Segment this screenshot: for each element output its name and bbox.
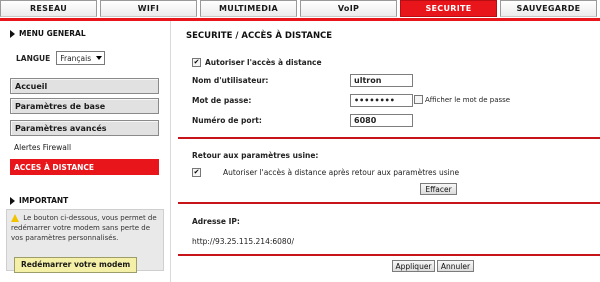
factory-reset-title: Retour aux paramètres usine: <box>192 151 319 160</box>
allow-remote-label: Autoriser l'accès à distance <box>205 58 322 67</box>
factory-remote-checkbox[interactable]: ✔ <box>192 168 201 177</box>
username-input[interactable]: ultron <box>350 74 413 87</box>
sidebar: MENU GENERAL LANGUE Français Accueil Par… <box>0 21 171 282</box>
top-navigation: RESEAU WIFI MULTIMEDIA VoIP SECURITE SAU… <box>0 0 600 18</box>
port-input[interactable]: 6080 <box>350 114 413 127</box>
factory-title-row: Retour aux paramètres usine: <box>192 151 318 160</box>
section-divider <box>178 254 600 256</box>
language-label: LANGUE <box>16 53 51 63</box>
sidebar-item-acces-a-distance[interactable]: ACCES À DISTANCE <box>10 159 159 175</box>
page-title: SECURITE / ACCÈS À DISTANCE <box>186 31 333 41</box>
sidebar-item-accueil[interactable]: Accueil <box>10 78 159 94</box>
reboot-info-box: Le bouton ci-dessous, vous permet de red… <box>6 209 164 273</box>
reboot-modem-button[interactable]: Redémarrer votre modem <box>14 257 138 273</box>
triangle-right-icon <box>10 29 15 38</box>
allow-remote-checkbox[interactable]: ✔ <box>192 58 201 67</box>
clear-button[interactable]: Effacer <box>420 183 457 195</box>
cancel-button[interactable]: Annuler <box>437 260 474 272</box>
tab-multimedia[interactable]: MULTIMEDIA <box>200 0 297 17</box>
ip-address-title: Adresse IP: <box>192 217 240 226</box>
triangle-right-icon <box>10 196 15 205</box>
section-divider <box>178 137 600 139</box>
allow-remote-row: ✔ Autoriser l'accès à distance <box>192 58 322 67</box>
port-label: Numéro de port: <box>192 116 262 125</box>
menu-general-title: MENU GENERAL <box>19 29 86 38</box>
username-label: Nom d'utilisateur: <box>192 76 269 85</box>
tab-wifi[interactable]: WIFI <box>100 0 197 17</box>
show-password-checkbox[interactable] <box>414 95 423 104</box>
reboot-info-text: Le bouton ci-dessous, vous permet de red… <box>11 214 157 242</box>
tab-reseau[interactable]: RESEAU <box>0 0 97 17</box>
important-title: IMPORTANT <box>19 196 69 205</box>
ip-address-value: http://93.25.115.214:6080/ <box>192 237 294 246</box>
sidebar-item-alertes-firewall[interactable]: Alertes Firewall <box>10 140 159 155</box>
factory-remote-label: Autoriser l'accès à distance après retou… <box>223 168 460 177</box>
password-row: Mot de passe: <box>192 96 251 105</box>
factory-checkbox-row: ✔ Autoriser l'accès à distance après ret… <box>192 168 459 177</box>
sidebar-item-parametres-de-base[interactable]: Paramètres de base <box>10 98 159 114</box>
tab-sauvegarde[interactable]: SAUVEGARDE <box>500 0 597 17</box>
section-divider <box>178 202 600 204</box>
main-panel: SECURITE / ACCÈS À DISTANCE ✔ Autoriser … <box>178 21 600 282</box>
show-password-row: Afficher le mot de passe <box>414 95 510 104</box>
warning-icon <box>11 214 19 222</box>
show-password-label: Afficher le mot de passe <box>425 95 511 104</box>
sidebar-item-parametres-avances[interactable]: Paramètres avancés <box>10 120 159 136</box>
port-row: Numéro de port: <box>192 116 262 125</box>
username-row: Nom d'utilisateur: <box>192 76 268 85</box>
tab-voip[interactable]: VoIP <box>300 0 397 17</box>
important-heading: IMPORTANT <box>10 196 68 205</box>
tab-securite[interactable]: SECURITE <box>400 0 497 17</box>
language-row: LANGUE Français <box>16 51 106 65</box>
ip-title-row: Adresse IP: <box>192 217 240 226</box>
menu-general-heading: MENU GENERAL <box>10 29 86 38</box>
language-value: Français <box>60 53 92 63</box>
ip-value-row: http://93.25.115.214:6080/ <box>192 237 294 246</box>
password-label: Mot de passe: <box>192 96 252 105</box>
password-input[interactable]: •••••••• <box>350 94 413 107</box>
language-select[interactable]: Français <box>56 51 106 65</box>
chevron-down-icon <box>96 56 103 60</box>
apply-button[interactable]: Appliquer <box>392 260 435 272</box>
